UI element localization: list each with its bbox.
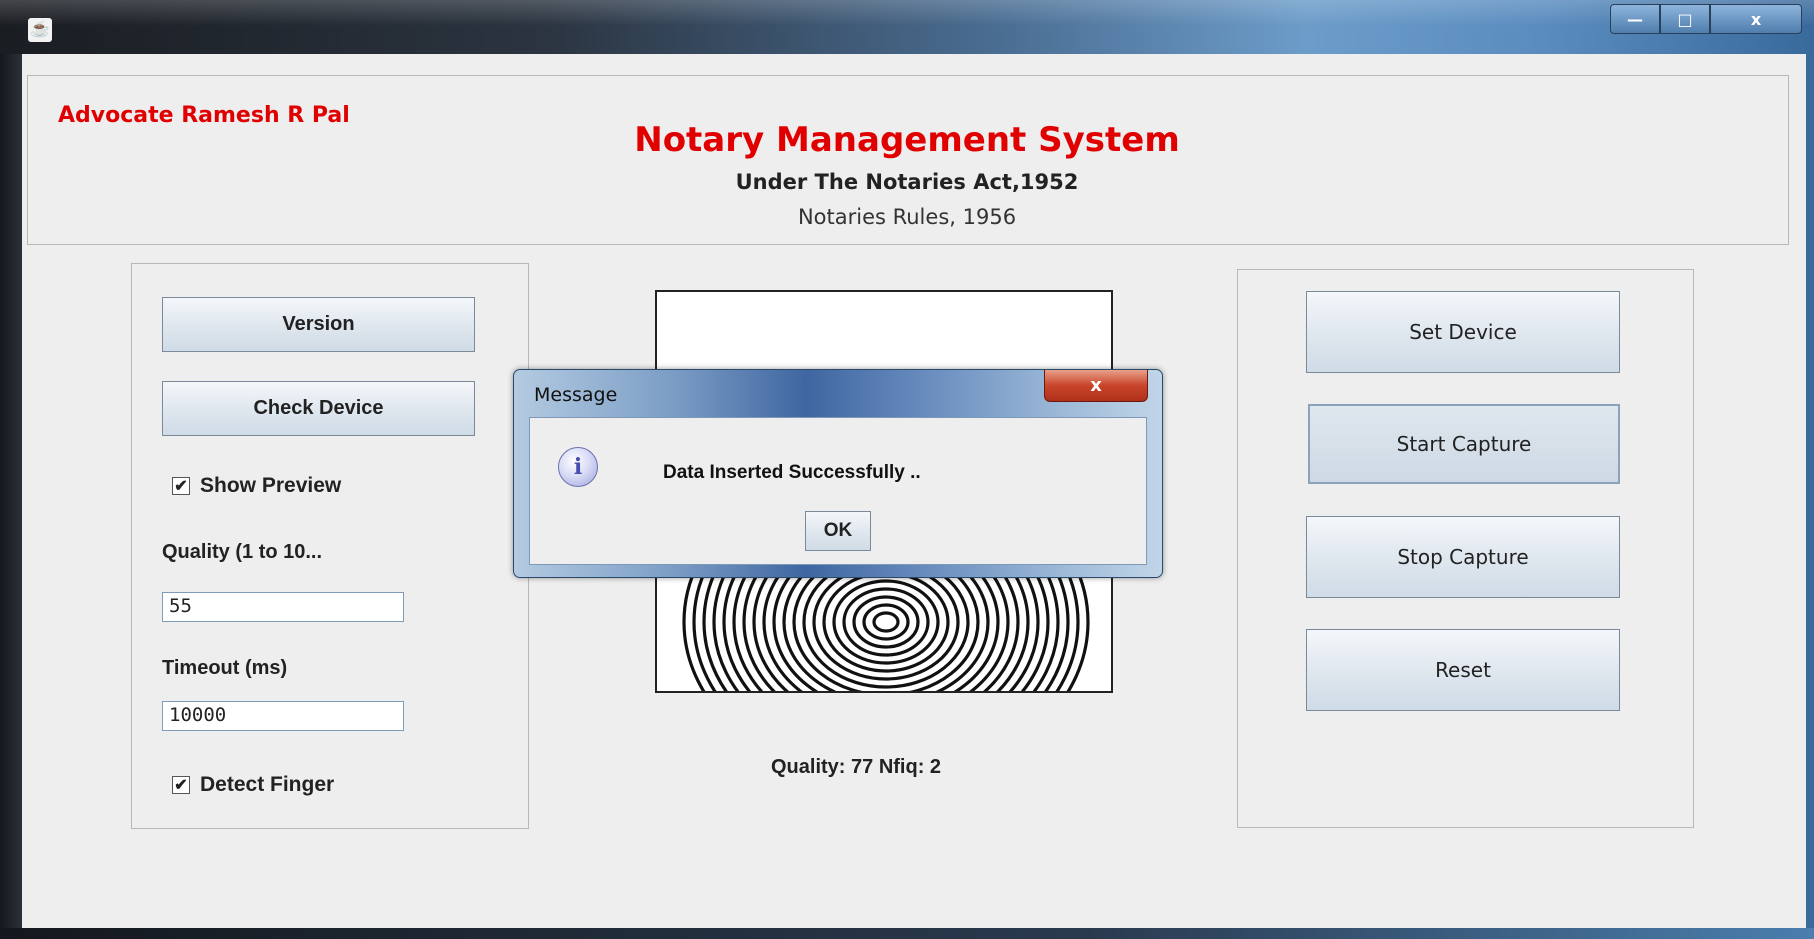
rules-subtitle: Notaries Rules, 1956: [797, 205, 1017, 229]
quality-label: Quality (1 to 10...: [162, 541, 323, 563]
detect-finger-label: Detect Finger: [200, 773, 335, 796]
detect-finger-checkbox[interactable]: ✔ Detect Finger: [172, 773, 334, 797]
close-window-button[interactable]: x: [1710, 4, 1802, 34]
start-capture-button[interactable]: Start Capture: [1308, 404, 1620, 484]
quality-nfiq-readout: Quality: 77 Nfiq: 2: [771, 756, 942, 778]
timeout-input[interactable]: 10000: [162, 701, 404, 731]
show-preview-checkbox[interactable]: ✔ Show Preview: [172, 474, 341, 498]
version-button[interactable]: Version: [162, 297, 475, 352]
info-icon: i: [558, 447, 598, 487]
ok-button[interactable]: OK: [805, 511, 871, 551]
app-title: Notary Management System: [634, 120, 1180, 160]
window-titlebar[interactable]: ☕: [0, 0, 1814, 54]
stop-capture-button[interactable]: Stop Capture: [1306, 516, 1620, 598]
act-subtitle: Under The Notaries Act,1952: [735, 170, 1079, 194]
show-preview-label: Show Preview: [200, 474, 342, 497]
timeout-label: Timeout (ms): [162, 657, 288, 679]
show-preview-check-icon[interactable]: ✔: [172, 477, 190, 495]
minimize-button[interactable]: —: [1610, 4, 1660, 34]
quality-input[interactable]: 55: [162, 592, 404, 622]
set-device-button[interactable]: Set Device: [1306, 291, 1620, 373]
dialog-title: Message: [534, 384, 618, 406]
window-controls: — □ x: [1610, 4, 1802, 34]
check-device-button[interactable]: Check Device: [162, 381, 475, 436]
java-app-icon: ☕: [28, 18, 52, 42]
maximize-button[interactable]: □: [1660, 4, 1710, 34]
reset-button[interactable]: Reset: [1306, 629, 1620, 711]
window-frame-bottom: [0, 928, 1814, 939]
detect-finger-check-icon[interactable]: ✔: [172, 776, 190, 794]
message-dialog: Message x i Data Inserted Successfully .…: [513, 369, 1163, 578]
dialog-message: Data Inserted Successfully ..: [663, 462, 921, 483]
dialog-close-button[interactable]: x: [1044, 370, 1148, 402]
dialog-body: i Data Inserted Successfully .. OK: [529, 417, 1147, 565]
